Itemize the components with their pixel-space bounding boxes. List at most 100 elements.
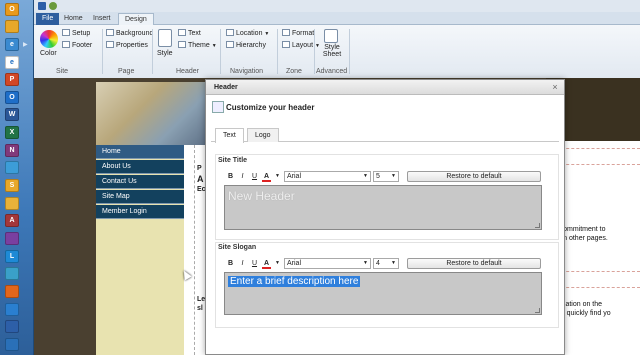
font-select[interactable]: Arial ▼ xyxy=(284,258,371,269)
format-button[interactable]: Format xyxy=(282,29,314,38)
ribbon: File Home Insert Design Color Setup Foot… xyxy=(34,0,640,78)
tab-text[interactable]: Text xyxy=(215,128,244,143)
group-label-navigation: Navigation xyxy=(230,68,264,75)
text-icon xyxy=(178,29,186,36)
browser-icon[interactable]: e xyxy=(5,38,19,51)
app-icon[interactable] xyxy=(5,161,19,174)
theme-icon xyxy=(178,41,186,48)
location-button[interactable]: Location ▼ xyxy=(226,29,269,39)
group-label-page: Page xyxy=(118,68,135,75)
app-icon[interactable] xyxy=(5,20,19,33)
tab-logo[interactable]: Logo xyxy=(247,128,279,142)
onenote-icon[interactable]: N xyxy=(5,144,19,157)
group-separator xyxy=(152,29,153,74)
site-slogan-input[interactable]: Enter a brief description here xyxy=(224,272,542,315)
setup-button[interactable]: Setup xyxy=(62,29,90,38)
italic-button[interactable]: I xyxy=(238,171,247,182)
setup-icon xyxy=(62,29,70,36)
ribbon-groups: Color Setup Footer Site Background Prope… xyxy=(34,25,640,78)
style-button[interactable]: Style xyxy=(157,49,173,58)
chevron-down-icon: ▼ xyxy=(314,43,320,49)
powerpoint-icon[interactable]: P xyxy=(5,73,19,86)
background-button[interactable]: Background xyxy=(106,29,153,38)
chevron-down-icon[interactable]: ▼ xyxy=(273,258,282,269)
undo-icon[interactable] xyxy=(49,2,57,10)
save-icon[interactable] xyxy=(38,2,46,10)
bold-button[interactable]: B xyxy=(226,171,235,182)
nav-item-home[interactable]: Home xyxy=(96,145,184,159)
app-icon[interactable] xyxy=(5,338,19,351)
font-size-select[interactable]: 5 ▼ xyxy=(373,171,399,182)
ie-icon[interactable]: e xyxy=(5,56,19,69)
site-slogan-value: Enter a brief description here xyxy=(228,276,361,287)
underline-button[interactable]: U xyxy=(250,258,259,269)
header-image[interactable] xyxy=(96,82,208,145)
nav-item-contact-us[interactable]: Contact Us xyxy=(96,175,184,189)
site-title-label: Site Title xyxy=(218,157,248,164)
dialog-subtitle: Customize your header xyxy=(226,103,315,112)
footer-icon xyxy=(62,41,70,48)
chevron-down-icon[interactable]: ▼ xyxy=(273,171,282,182)
bold-button[interactable]: B xyxy=(226,258,235,269)
resize-grip-icon[interactable] xyxy=(535,223,540,228)
group-label-site: Site xyxy=(56,68,69,75)
taskbar: O e ▶ e P O W X N S A L xyxy=(0,0,34,355)
quick-access-toolbar xyxy=(34,0,640,12)
nav-item-site-map[interactable]: Site Map xyxy=(96,190,184,204)
properties-button[interactable]: Properties xyxy=(106,41,148,50)
group-separator xyxy=(102,29,103,74)
sharepoint-icon[interactable]: S xyxy=(5,179,19,192)
color-wheel-icon[interactable] xyxy=(40,30,58,48)
tab-design[interactable]: Design xyxy=(118,13,154,25)
site-slogan-label: Site Slogan xyxy=(218,244,257,251)
font-color-button[interactable]: A xyxy=(262,171,271,182)
app-icon[interactable] xyxy=(5,267,19,280)
restore-default-button[interactable]: Restore to default xyxy=(407,258,541,269)
tab-home[interactable]: Home xyxy=(58,13,89,25)
outlook-mail-icon[interactable]: O xyxy=(5,91,19,104)
chevron-down-icon: ▼ xyxy=(363,173,368,179)
infopath-icon[interactable] xyxy=(5,232,19,245)
italic-button[interactable]: I xyxy=(238,258,247,269)
group-label-zone: Zone xyxy=(286,68,302,75)
tab-insert[interactable]: Insert xyxy=(87,13,117,25)
text-button[interactable]: Text xyxy=(178,29,201,38)
footer-button[interactable]: Footer xyxy=(62,41,92,50)
site-title-input[interactable]: New Header xyxy=(224,185,542,230)
group-separator xyxy=(314,29,315,74)
excel-icon[interactable]: X xyxy=(5,126,19,139)
style-sheet-icon[interactable] xyxy=(324,29,338,43)
header-dialog: Header × Customize your header Text Logo… xyxy=(205,79,565,355)
dialog-title: Header xyxy=(206,80,564,95)
edge-text: P xyxy=(197,165,202,172)
site-slogan-toolbar: B I U A ▼ Arial ▼ 4 ▼ Restore to default xyxy=(224,258,542,270)
settings-icon[interactable] xyxy=(5,320,19,333)
header-icon xyxy=(212,101,224,113)
word-icon[interactable]: W xyxy=(5,108,19,121)
nav-item-member-login[interactable]: Member Login xyxy=(96,205,184,219)
theme-button[interactable]: Theme ▼ xyxy=(178,41,217,51)
resize-grip-icon[interactable] xyxy=(535,308,540,313)
font-color-button[interactable]: A xyxy=(262,258,271,269)
outlook-icon[interactable]: O xyxy=(5,3,19,16)
publisher-icon[interactable] xyxy=(5,197,19,210)
lync-icon[interactable]: L xyxy=(5,250,19,263)
firefox-icon[interactable] xyxy=(5,285,19,298)
background-icon xyxy=(106,29,114,36)
style-icon[interactable] xyxy=(158,29,172,47)
close-icon[interactable]: × xyxy=(550,82,560,92)
edge-text: sl xyxy=(197,305,203,312)
restore-default-button[interactable]: Restore to default xyxy=(407,171,541,182)
hierarchy-button[interactable]: Hierarchy xyxy=(226,41,266,50)
chrome-icon[interactable] xyxy=(5,303,19,316)
font-select[interactable]: Arial ▼ xyxy=(284,171,371,182)
underline-button[interactable]: U xyxy=(250,171,259,182)
tab-file[interactable]: File xyxy=(36,13,60,25)
color-button[interactable]: Color xyxy=(40,49,57,58)
edge-text: Le xyxy=(197,296,206,303)
font-size-select[interactable]: 4 ▼ xyxy=(373,258,399,269)
chevron-down-icon: ▼ xyxy=(391,260,396,266)
access-icon[interactable]: A xyxy=(5,214,19,227)
style-sheet-button[interactable]: Style Sheet xyxy=(321,44,343,58)
nav-item-about-us[interactable]: About Us xyxy=(96,160,184,174)
